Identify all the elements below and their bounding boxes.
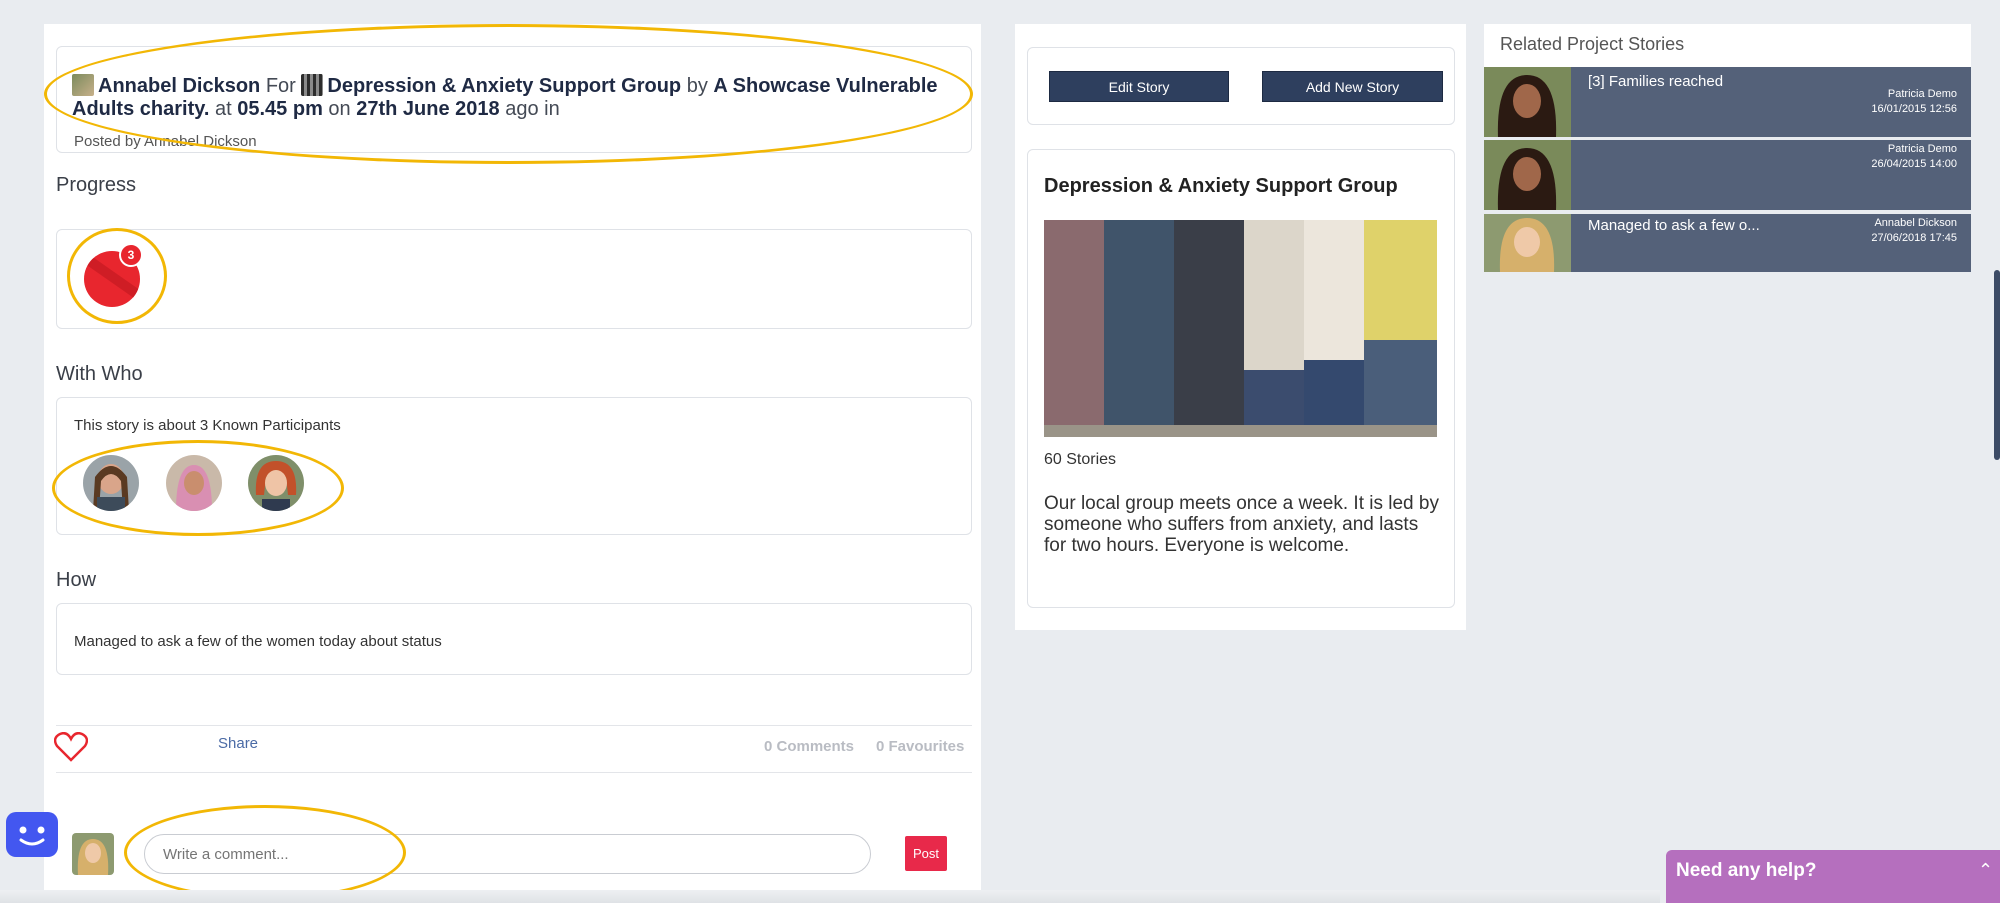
favourites-count[interactable]: 0 Favourites (876, 738, 964, 755)
actions-divider-top (56, 725, 972, 726)
participant-avatar-2[interactable] (166, 455, 222, 511)
commenter-avatar (72, 833, 114, 875)
comment-input[interactable] (144, 834, 871, 874)
actions-divider-bottom (56, 772, 972, 773)
post-button[interactable]: Post (905, 836, 947, 871)
chevron-up-icon: ⌃ (1978, 860, 1994, 880)
related-story-item[interactable]: [3] Families reached Patricia Demo 16/01… (1484, 67, 1971, 137)
for-text: For (265, 75, 296, 97)
page-scrollbar[interactable] (1994, 270, 2000, 460)
story-date: 27th June 2018 (356, 98, 500, 120)
chat-widget-button[interactable] (6, 812, 58, 857)
help-widget[interactable]: Need any help? ⌃ (1666, 850, 2000, 903)
related-story-meta: Patricia Demo 16/01/2015 12:56 (1871, 87, 1957, 117)
related-story-item[interactable]: Managed to ask a few o... Annabel Dickso… (1484, 214, 1971, 272)
comments-count[interactable]: 0 Comments (764, 738, 854, 755)
related-title: Related Project Stories (1500, 34, 1685, 54)
how-text: Managed to ask a few of the women today … (74, 633, 442, 650)
story-header: Annabel Dickson For Depression & Anxiety… (72, 74, 952, 121)
progress-badge: 3 (119, 243, 143, 267)
group-thumbnail (301, 74, 324, 96)
related-story-title: [3] Families reached (1588, 73, 1724, 90)
related-story-thumbnail (1484, 140, 1571, 210)
group-card-title[interactable]: Depression & Anxiety Support Group (1044, 175, 1398, 198)
share-link[interactable]: Share (218, 735, 258, 752)
related-story-meta: Patricia Demo 26/04/2015 14:00 (1871, 142, 1957, 172)
participants-summary: This story is about 3 Known Participants (74, 417, 341, 434)
related-story-item[interactable]: Patricia Demo 26/04/2015 14:00 (1484, 140, 1971, 210)
related-story-title: Managed to ask a few o... (1588, 217, 1760, 234)
with-who-label: With Who (56, 363, 143, 385)
posted-by: Posted by Annabel Dickson (74, 133, 257, 150)
progress-label: Progress (56, 174, 137, 196)
help-label: Need any help? (1676, 860, 1817, 881)
group-image[interactable] (1044, 220, 1437, 437)
footer-strip (0, 890, 1660, 903)
participant-avatar-1[interactable] (83, 455, 139, 511)
story-time: 05.45 pm (237, 98, 323, 120)
related-story-author: Annabel Dickson (1874, 217, 1957, 229)
edit-story-button[interactable]: Edit Story (1049, 71, 1229, 102)
group-photo (1044, 220, 1437, 437)
related-story-date: 16/01/2015 12:56 (1871, 103, 1957, 115)
group-description: Our local group meets once a week. It is… (1044, 493, 1439, 556)
related-story-thumbnail (1484, 214, 1571, 272)
related-story-author: Patricia Demo (1887, 143, 1957, 155)
group-stories-count: 60 Stories (1044, 451, 1117, 468)
by-text: by (686, 75, 708, 97)
how-label: How (56, 569, 97, 591)
group-link[interactable]: Depression & Anxiety Support Group (327, 75, 681, 97)
at-text: at (215, 98, 232, 120)
author-thumbnail (72, 74, 94, 96)
progress-card (56, 229, 972, 329)
on-text: on (328, 98, 351, 120)
related-story-thumbnail (1484, 67, 1571, 137)
related-story-date: 27/06/2018 17:45 (1871, 232, 1957, 244)
related-story-meta: Annabel Dickson 27/06/2018 17:45 (1871, 216, 1957, 246)
author-link[interactable]: Annabel Dickson (98, 75, 260, 97)
add-new-story-button[interactable]: Add New Story (1262, 71, 1443, 102)
participant-avatar-3[interactable] (248, 455, 304, 511)
like-heart-icon[interactable] (53, 731, 89, 767)
chat-bot-icon (19, 826, 45, 846)
related-story-author: Patricia Demo (1887, 88, 1957, 100)
ago-in-text: ago in (505, 98, 560, 120)
related-story-date: 26/04/2015 14:00 (1871, 158, 1957, 170)
